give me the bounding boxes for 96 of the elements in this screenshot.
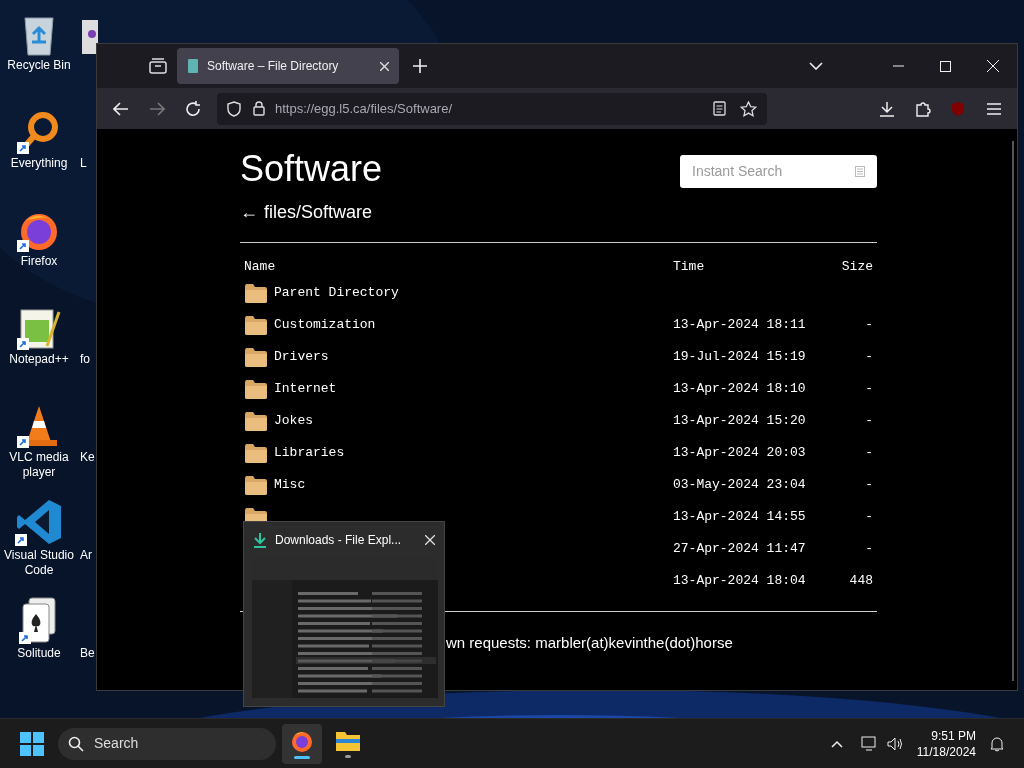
preview-title: Downloads - File Expl... — [275, 532, 403, 549]
clock-time[interactable]: 9:51 PM — [931, 727, 976, 744]
file-size: - — [865, 508, 873, 527]
desktop-icon-label[interactable]: Visual Studio Code — [0, 548, 78, 578]
shortcut-arrow-icon — [17, 240, 29, 252]
file-name-link[interactable]: Parent Directory — [274, 283, 399, 303]
file-size: - — [865, 476, 873, 495]
folder-icon — [244, 346, 268, 368]
close-tab-icon[interactable] — [380, 61, 389, 71]
column-header[interactable]: Size — [813, 257, 873, 277]
playing-cards-icon — [19, 596, 59, 644]
url-text: https://egg.l5.ca/files/Software/ — [275, 99, 454, 118]
address-bar[interactable]: https://egg.l5.ca/files/Software/ — [217, 92, 767, 125]
scrollbar[interactable] — [1012, 141, 1014, 681]
desktop-icon-label[interactable]: Firefox — [20, 254, 58, 269]
desktop-icon-label[interactable]: Ar — [80, 548, 92, 563]
code-editor-icon — [15, 498, 63, 546]
shortcut-arrow-icon — [17, 436, 29, 448]
desktop-icon-label[interactable]: VLC media player — [0, 450, 78, 480]
folder-icon — [244, 442, 268, 464]
folder-icon — [244, 474, 268, 496]
window-preview-popup[interactable]: Downloads - File Expl... — [243, 521, 445, 707]
file-size: - — [865, 444, 873, 463]
desktop-icon-label[interactable]: L — [80, 156, 87, 171]
column-header[interactable]: Name — [244, 257, 673, 277]
shortcut-arrow-icon — [17, 338, 29, 350]
download-icon[interactable] — [879, 100, 895, 117]
reload-icon[interactable] — [185, 100, 201, 117]
chevron-down-icon[interactable] — [809, 62, 823, 70]
close-preview-icon[interactable] — [425, 535, 435, 545]
desktop-icon-label[interactable]: Ke — [80, 450, 95, 465]
modified-time: 13-Apr-2024 18:11 — [673, 317, 806, 333]
puzzle-piece-icon[interactable] — [915, 100, 931, 117]
download-arrow-icon — [253, 532, 267, 548]
taskbar-app[interactable] — [282, 723, 322, 764]
taskbar-search-field[interactable]: Search — [58, 727, 276, 760]
keyboard-icon — [855, 165, 865, 177]
file-name-link[interactable]: Jokes — [274, 411, 313, 431]
desktop-icon-label[interactable]: fo — [80, 352, 90, 367]
forward-arrow-icon[interactable] — [149, 101, 165, 116]
file-size: - — [865, 540, 873, 559]
browser-tab[interactable]: Software – File Directory — [177, 48, 399, 84]
footer-text: wn requests: marbler(at)kevinthe(dot)horse — [446, 634, 733, 651]
file-name-link[interactable]: Internet — [274, 379, 337, 399]
shortcut-arrow-icon — [15, 534, 27, 546]
modified-time: 19-Jul-2024 15:19 — [673, 349, 806, 365]
file-size: - — [865, 380, 873, 399]
tab-list-icon[interactable] — [149, 58, 167, 74]
speaker-icon[interactable] — [886, 736, 903, 751]
folder-icon — [244, 314, 268, 336]
clock-date[interactable]: 11/18/2024 — [916, 743, 976, 760]
file-size: - — [865, 348, 873, 367]
column-header[interactable]: Time — [673, 257, 813, 277]
modified-time: 13-Apr-2024 18:10 — [673, 381, 806, 397]
back-arrow-icon[interactable] — [113, 101, 129, 116]
breadcrumb-path[interactable]: files/Software — [264, 199, 373, 226]
modified-time: 13-Apr-2024 14:55 — [673, 509, 806, 525]
new-tab-icon[interactable] — [413, 59, 427, 73]
modified-time: 03-May-2024 23:04 — [673, 477, 806, 493]
file-size: 448 — [849, 572, 873, 591]
desktop-icon-label[interactable]: Solitude — [17, 646, 61, 661]
desktop-icon-label[interactable]: Everything — [10, 156, 68, 171]
folder-icon — [244, 410, 268, 432]
folder-icon — [335, 729, 361, 752]
back-link-arrow[interactable]: ← — [240, 199, 258, 226]
star-icon[interactable] — [740, 100, 757, 117]
close-icon[interactable] — [987, 60, 999, 72]
menu-icon[interactable] — [987, 102, 1001, 115]
start-icon[interactable] — [20, 731, 44, 756]
reader-view-icon[interactable] — [713, 101, 726, 116]
chevron-up-icon[interactable] — [830, 739, 843, 748]
folder-tab-icon — [187, 58, 199, 74]
file-name-link[interactable]: Customization — [274, 315, 376, 335]
shortcut-arrow-icon — [17, 142, 29, 154]
shortcut-arrow-icon — [19, 632, 31, 644]
modified-time: 13-Apr-2024 15:20 — [673, 413, 806, 429]
page-title: Software — [240, 147, 383, 191]
folder-icon — [244, 378, 268, 400]
modified-time: 27-Apr-2024 11:47 — [673, 541, 806, 557]
search-icon — [68, 735, 84, 752]
bell-icon[interactable] — [990, 735, 1004, 752]
file-name-link[interactable]: Misc — [274, 475, 306, 495]
modified-time: 13-Apr-2024 18:04 — [673, 573, 806, 589]
desktop-icon-label[interactable]: Recycle Bin — [7, 58, 71, 73]
shield-icon — [227, 100, 241, 117]
maximize-icon[interactable] — [940, 60, 951, 72]
desktop-icon-label[interactable]: Notepad++ — [9, 352, 69, 367]
notepad-icon — [17, 306, 61, 350]
file-size: - — [865, 412, 873, 431]
modified-time: 13-Apr-2024 20:03 — [673, 445, 806, 461]
file-name-link[interactable]: Libraries — [274, 443, 345, 463]
desktop-icon-label[interactable]: Be — [80, 646, 95, 661]
lock-icon — [253, 101, 265, 116]
file-size: - — [865, 316, 873, 335]
file-name-link[interactable]: Drivers — [274, 347, 329, 367]
folder-icon — [244, 282, 268, 304]
